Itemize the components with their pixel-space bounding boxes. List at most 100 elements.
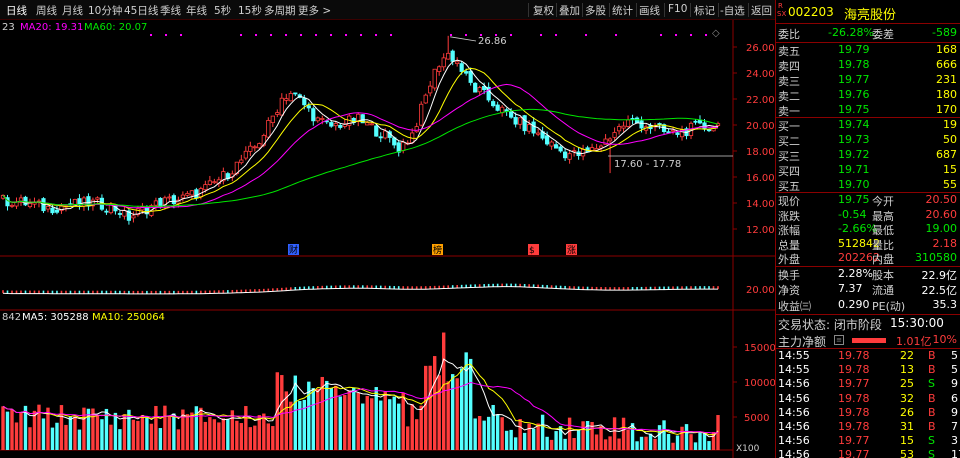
expand-icon[interactable]: ◇ (712, 28, 720, 39)
ask-level[interactable]: 卖三 19.77 231 (776, 73, 960, 88)
candle-body (9, 204, 15, 207)
event-tag[interactable]: 财 (289, 244, 298, 256)
legend-ma20: MA20: 19.31 (20, 22, 83, 33)
back-button[interactable]: 返回 (751, 3, 772, 18)
volume-tick: 10000 (744, 378, 775, 389)
remove-watchlist-button[interactable]: -自选 (720, 3, 745, 18)
volume-bar (257, 415, 262, 450)
candle-body (670, 129, 676, 132)
flow-info-icon[interactable]: ≡ (834, 335, 844, 345)
volume-bar (298, 400, 302, 450)
volume-bar (662, 420, 666, 450)
candle-body (459, 63, 464, 72)
adjust-button[interactable]: 复权 (533, 3, 554, 18)
candle-body (522, 115, 527, 132)
tab-yearly[interactable]: 年线 (186, 3, 207, 18)
level-price: 19.79 (838, 43, 870, 56)
tab-5sec[interactable]: 5秒 (214, 3, 231, 18)
price-tick: 14.00 (746, 199, 775, 210)
bid-level[interactable]: 买三 19.72 687 (776, 148, 960, 163)
volume-bar (621, 417, 626, 450)
volume-bar (477, 416, 482, 450)
volume-bar (284, 391, 289, 450)
volume-bar (707, 441, 711, 450)
tab-10min[interactable]: 10分钟 (88, 3, 122, 18)
level-volume: 666 (936, 58, 957, 71)
candle-body (607, 138, 613, 142)
price-tick: 20.00 (746, 121, 775, 132)
candle-body (329, 122, 334, 127)
level-volume: 168 (936, 43, 957, 56)
tab-45day[interactable]: 45日线 (124, 3, 158, 18)
volume-bar (248, 427, 253, 450)
ma60-line (2, 108, 719, 207)
f10-button[interactable]: F10 (668, 3, 687, 15)
volume-bar (594, 434, 599, 450)
volume-bar (203, 421, 208, 450)
bid-level[interactable]: 买一 19.74 19 (776, 118, 960, 133)
event-tag[interactable]: 榜 (433, 244, 442, 256)
candle-body (706, 129, 712, 132)
tab-15sec[interactable]: 15秒 (238, 3, 262, 18)
ask-level[interactable]: 卖五 19.79 168 (776, 43, 960, 58)
candle-body (311, 108, 316, 122)
overlay-button[interactable]: 叠加 (559, 3, 580, 18)
level-volume: 55 (943, 178, 957, 191)
tab-multi-period[interactable]: 多周期 (264, 3, 296, 18)
volume-bar (226, 419, 230, 450)
draw-line-button[interactable]: 画线 (639, 3, 660, 18)
candle-body (45, 206, 51, 210)
tab-quarterly[interactable]: 季线 (160, 3, 181, 18)
level-volume: 15 (943, 163, 957, 176)
volume-bar (572, 438, 576, 450)
volume-bar (383, 391, 387, 450)
volume-bar (77, 429, 82, 450)
bid-level[interactable]: 买二 19.73 50 (776, 133, 960, 148)
event-tag[interactable]: $ (529, 246, 535, 256)
statistics-button[interactable]: 统计 (612, 3, 633, 18)
candle-body (279, 97, 284, 116)
candle-body (270, 115, 275, 124)
tick-row: 14:55 19.78 13 B 5 (778, 363, 958, 377)
stock-header: R SX 002203 海亮股份 (776, 2, 960, 23)
level-volume: 50 (943, 133, 957, 146)
commission-row: 委比 -26.28% 委差 -589 (778, 26, 957, 41)
volume-bar (1, 406, 5, 450)
tab-monthly[interactable]: 月线 (62, 3, 83, 18)
multi-stock-button[interactable]: 多股 (585, 3, 606, 18)
price-axis: 26.00 24.00 22.00 20.00 18.00 16.00 14.00 12.00… (733, 43, 775, 296)
volume-bar (567, 417, 572, 450)
bid-level[interactable]: 买五 19.70 55 (776, 178, 960, 193)
volume-bar (289, 401, 293, 450)
tab-weekly[interactable]: 周线 (36, 3, 57, 18)
candle-body (131, 215, 136, 219)
ask-level[interactable]: 卖二 19.76 180 (776, 88, 960, 103)
tab-more[interactable]: 更多 > (298, 3, 331, 18)
candle-body (23, 196, 28, 206)
volume-bar (554, 431, 558, 450)
volume-bar (576, 429, 581, 450)
volume-bar (109, 424, 113, 450)
bid-level[interactable]: 买四 19.71 15 (776, 163, 960, 178)
quote-row: 外盘 202262 内盘 310580 (778, 251, 957, 267)
event-tag[interactable]: 涨 (567, 245, 576, 256)
volume-bar (185, 414, 190, 450)
volume-bar (55, 422, 59, 450)
volume-bar (536, 423, 540, 450)
candle-body (95, 197, 100, 200)
kline-chart[interactable]: ◇ 财 榜 $ 涨 26.00 24.00 22.00 20.00 18.00 16.00 14.0… (0, 20, 775, 458)
volume-bar (540, 414, 545, 450)
volume-bar (518, 418, 522, 450)
level-volume: 19 (943, 118, 957, 131)
tab-daily[interactable]: 日线 (6, 3, 27, 18)
level-volume: 231 (936, 73, 957, 86)
volume-bar (401, 392, 405, 450)
ask-level[interactable]: 卖一 19.75 170 (776, 103, 960, 118)
period-toolbar: 日线 周线 月线 10分钟 45日线 季线 年线 5秒 15秒 多周期 更多 >… (0, 0, 775, 20)
ma5-line (2, 59, 719, 215)
volume-bar (689, 434, 693, 450)
candle-body (374, 125, 379, 137)
ask-level[interactable]: 卖四 19.78 666 (776, 58, 960, 73)
volume-bar (68, 416, 73, 450)
mark-button[interactable]: 标记 (694, 3, 715, 18)
